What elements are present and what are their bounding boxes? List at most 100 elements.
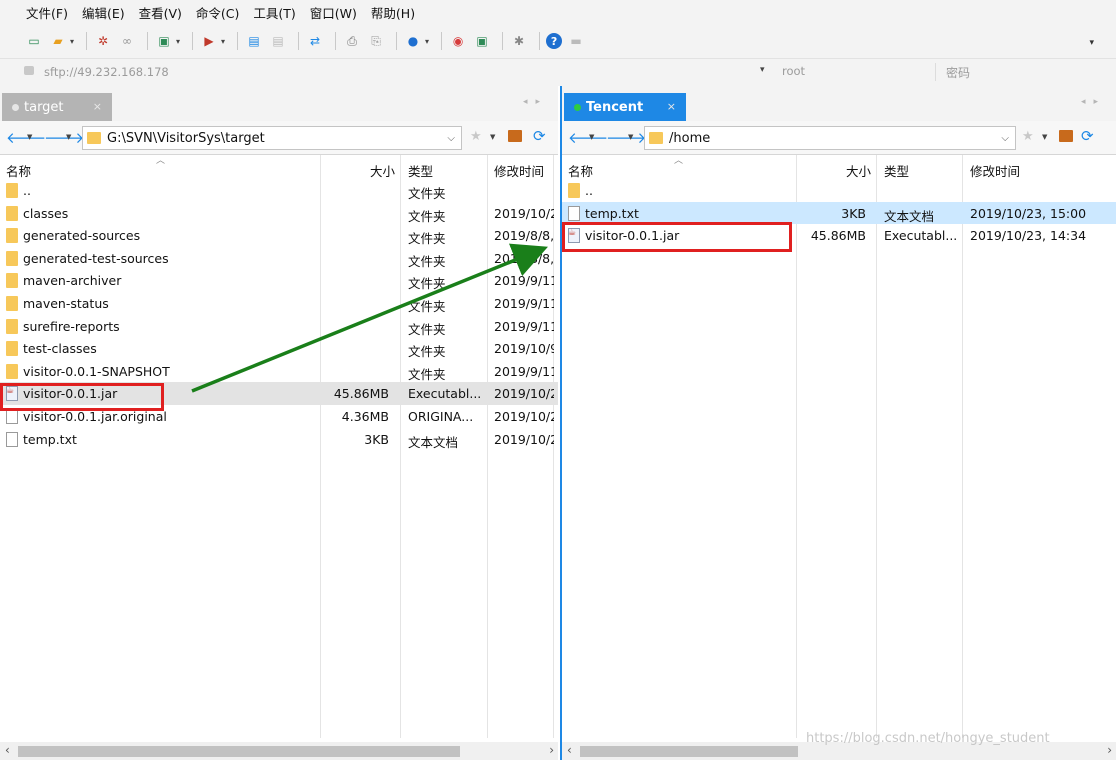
refresh-icon[interactable]: ⟳ [1081,127,1094,145]
favorite-dropdown-icon[interactable]: ▼ [490,133,495,141]
file-row[interactable]: generated-test-sources 文件夹 2019/8/8, [0,247,558,270]
chevron-down-icon[interactable]: ⌵ [1001,133,1009,144]
username-field[interactable]: root [782,64,805,78]
menu-window[interactable]: 窗口(W) [310,3,357,22]
scroll-left-icon[interactable]: ‹ [5,743,10,757]
download-icon[interactable]: ▤ [268,31,288,51]
terminal-icon[interactable]: ▶ [199,31,219,51]
queue-dropdown-icon[interactable]: ▾ [176,37,180,46]
terminal-dropdown-icon[interactable]: ▾ [221,37,225,46]
local-path-input[interactable]: G:\SVN\VisitorSys\target ⌵ [82,126,462,150]
tab-scroll-arrows-icon[interactable]: ◂▸ [1081,97,1106,107]
menu-file[interactable]: 文件(F) [26,3,68,22]
open-folder-dropdown-icon[interactable]: ▾ [70,37,74,46]
remote-path-text: /home [669,130,711,146]
tab-remote-tencent[interactable]: Tencent × [564,93,686,121]
upload-icon[interactable]: ▤ [244,31,264,51]
back-dropdown-icon[interactable]: ▼ [27,133,32,141]
file-row[interactable]: .. 文件夹 [0,179,558,202]
column-type[interactable]: 类型 [884,161,909,180]
menu-help[interactable]: 帮助(H) [371,3,415,22]
favorite-star-icon[interactable]: ★ [470,129,482,144]
server-url-field[interactable]: sftp://49.232.168.178 [44,65,169,79]
help-icon[interactable]: ? [546,33,563,49]
putty-icon[interactable]: ◉ [448,31,468,51]
chat-icon[interactable]: ▬ [566,31,586,51]
file-name: generated-test-sources [23,250,169,266]
toolbar-divider [86,32,88,50]
file-name: maven-status [23,295,109,311]
link-icon[interactable]: ∞ [117,31,137,51]
menu-view[interactable]: 查看(V) [139,3,182,22]
settings-gear-icon[interactable]: ✱ [509,31,529,51]
file-type: 文件夹 [408,366,446,382]
new-session-icon[interactable]: ▭ [24,31,44,51]
file-row[interactable]: generated-sources 文件夹 2019/8/8, [0,224,558,247]
filezilla-icon[interactable]: ▣ [472,31,492,51]
file-row[interactable]: temp.txt 3KB 文本文档 2019/10/23, 15:00 [562,201,1116,225]
column-size[interactable]: 大小 [846,161,871,180]
globe-icon[interactable]: ● [403,31,423,51]
file-modified: 2019/9/11 [494,295,554,311]
refresh-icon[interactable]: ⟳ [533,127,546,145]
scroll-right-icon[interactable]: › [1107,743,1112,757]
column-modified[interactable]: 修改时间 [970,161,1020,180]
lock-icon [24,66,34,75]
file-size: 3KB [841,205,866,221]
file-name: temp.txt [585,205,639,221]
column-size[interactable]: 大小 [370,161,395,180]
transfer-icon[interactable]: ⇄ [305,31,325,51]
favorite-dropdown-icon[interactable]: ▼ [1042,133,1047,141]
text-file-icon [6,431,18,447]
file-name: .. [23,183,31,198]
favorite-star-icon[interactable]: ★ [1022,129,1034,144]
column-name[interactable]: 名称 [568,161,593,180]
scroll-left-icon[interactable]: ‹ [567,743,572,757]
scroll-thumb[interactable] [18,746,460,757]
forward-dropdown-icon[interactable]: ▼ [66,133,71,141]
scroll-thumb[interactable] [580,746,798,757]
file-row[interactable]: classes 文件夹 2019/10/2 [0,202,558,225]
forward-arrow-icon[interactable]: 🡒 [606,128,646,147]
scroll-right-icon[interactable]: › [549,743,554,757]
column-modified[interactable]: 修改时间 [494,161,544,180]
local-column-header: 名称 ︿ 大小 类型 修改时间 [0,155,558,179]
tab-local-target[interactable]: target × [2,93,112,121]
print-icon[interactable]: ⎙ [342,31,362,51]
file-row[interactable]: surefire-reports 文件夹 2019/9/11 [0,315,558,338]
toolbar-overflow-icon[interactable]: ▾ [1089,38,1094,48]
password-field[interactable]: 密码 [946,64,970,81]
globe-dropdown-icon[interactable]: ▾ [425,37,429,46]
menu-command[interactable]: 命令(C) [196,3,239,22]
column-type[interactable]: 类型 [408,161,433,180]
chevron-down-icon[interactable]: ⌵ [447,133,455,144]
file-row[interactable]: maven-archiver 文件夹 2019/9/11 [0,269,558,292]
file-row[interactable]: temp.txt 3KB 文本文档 2019/10/2 [0,428,558,451]
file-type: 文件夹 [408,298,446,314]
copy-icon[interactable]: ⎘ [366,31,386,51]
forward-dropdown-icon[interactable]: ▼ [628,133,633,141]
remote-path-input[interactable]: /home ⌵ [644,126,1016,150]
toolbar-divider [298,32,300,50]
remote-panel: Tencent × ◂▸ 🡐 ▼ 🡒 ▼ /home ⌵ ★ ▼ ⟳ 名称 ︿ … [560,86,1116,760]
close-icon[interactable]: × [667,100,676,113]
file-row[interactable]: test-classes 文件夹 2019/10/9 [0,337,558,360]
local-horizontal-scrollbar[interactable]: ‹ › [0,742,558,760]
sync-icon[interactable]: ✲ [93,31,113,51]
forward-arrow-icon[interactable]: 🡒 [44,128,84,147]
menu-edit[interactable]: 编辑(E) [82,3,125,22]
close-icon[interactable]: × [93,100,102,113]
queue-icon[interactable]: ▣ [154,31,174,51]
toolbar-divider [237,32,239,50]
column-name[interactable]: 名称 [6,161,31,180]
home-icon[interactable] [1059,130,1073,142]
user-dropdown-icon[interactable]: ▾ [760,65,765,75]
menu-tools[interactable]: 工具(T) [253,3,295,22]
open-folder-icon[interactable]: ▰ [48,31,68,51]
home-icon[interactable] [508,130,522,142]
back-dropdown-icon[interactable]: ▼ [589,133,594,141]
file-row[interactable]: visitor-0.0.1-SNAPSHOT 文件夹 2019/9/11 [0,360,558,383]
tab-scroll-arrows-icon[interactable]: ◂▸ [523,97,548,107]
file-row[interactable]: .. [562,179,1116,202]
file-row[interactable]: maven-status 文件夹 2019/9/11 [0,292,558,315]
